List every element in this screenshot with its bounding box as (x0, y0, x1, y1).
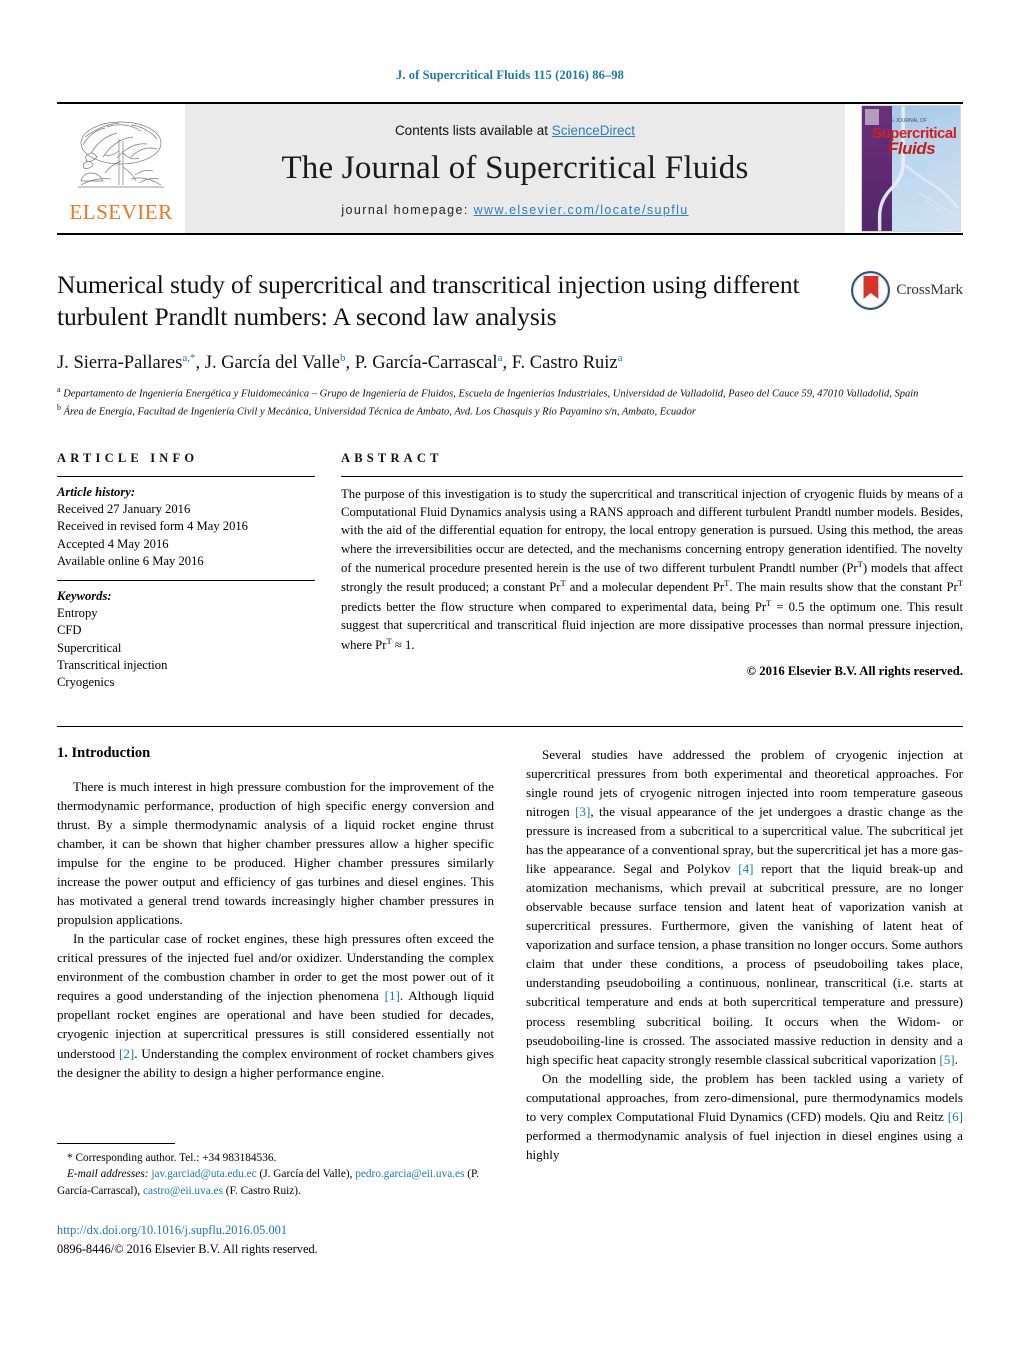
contents-prefix: Contents lists available at (394, 122, 552, 138)
history-item: Received in revised form 4 May 2016 (57, 519, 248, 534)
keyword-item: Entropy (57, 605, 98, 620)
body-column-right: Several studies have addressed the probl… (526, 745, 963, 1164)
footnote-block: * Corresponding author. Tel.: +34 983184… (57, 1143, 494, 1258)
homepage-url-link[interactable]: www.elsevier.com/locate/supflu (474, 203, 689, 217)
corresponding-author-note: * Corresponding author. Tel.: +34 983184… (67, 1152, 277, 1164)
sciencedirect-link[interactable]: ScienceDirect (552, 123, 635, 138)
keyword-item: Transcritical injection (57, 658, 168, 673)
abstract-column: ABSTRACT The purpose of this investigati… (341, 451, 963, 700)
article-info-heading: ARTICLE INFO (57, 450, 199, 465)
journal-cover-thumbnail: THE JOURNAL OF Supercritical Fluids (861, 105, 961, 232)
contents-lists-line: Contents lists available at ScienceDirec… (395, 123, 635, 138)
keywords-group: Keywords: Entropy CFD Supercritical Tran… (57, 581, 315, 692)
body-top-rule (57, 725, 963, 727)
journal-homepage-line: journal homepage: www.elsevier.com/locat… (341, 203, 688, 217)
cover-fluids-word: Fluids (888, 139, 936, 158)
doi-block: http://dx.doi.org/10.1016/j.supflu.2016.… (57, 1221, 494, 1258)
body-columns: 1. Introduction There is much interest i… (57, 745, 963, 1164)
footnote-rule (57, 1143, 175, 1144)
abstract-heading: ABSTRACT (341, 450, 443, 465)
journal-masthead: ELSEVIER Contents lists available at Sci… (57, 102, 963, 233)
affiliation-a: a Departamento de Ingeniería Energética … (57, 384, 919, 400)
crossmark-label: CrossMark (896, 282, 963, 298)
article-info-column: ARTICLE INFO Article history: Received 2… (57, 451, 315, 700)
crossmark-icon (851, 271, 891, 310)
crossmark-badge-group[interactable]: CrossMark (851, 271, 963, 310)
paragraph: In the particular case of rocket engines… (57, 931, 494, 1080)
section-heading-introduction: 1. Introduction (57, 744, 151, 761)
paragraph: There is much interest in high pressure … (57, 778, 494, 928)
info-abstract-row: ARTICLE INFO Article history: Received 2… (57, 451, 963, 700)
issn-copyright-line: 0896-8446/© 2016 Elsevier B.V. All right… (57, 1241, 318, 1256)
journal-cover-wrap: THE JOURNAL OF Supercritical Fluids (845, 104, 963, 233)
history-item: Accepted 4 May 2016 (57, 536, 169, 551)
elsevier-logo: ELSEVIER (57, 104, 185, 233)
affiliation-list: a Departamento de Ingeniería Energética … (57, 384, 963, 421)
article-history-group: Article history: Received 27 January 201… (57, 484, 315, 571)
title-block: CrossMark Numerical study of supercritic… (57, 269, 963, 421)
article-page: J. of Supercritical Fluids 115 (2016) 86… (0, 0, 1020, 1351)
elsevier-tree-icon (78, 121, 164, 187)
history-item: Received 27 January 2016 (57, 502, 191, 517)
elsevier-wordmark: ELSEVIER (69, 199, 173, 224)
history-item: Available online 6 May 2016 (57, 554, 204, 569)
author-list: J. Sierra-Pallaresa,*, J. García del Val… (57, 351, 623, 373)
keyword-item: Supercritical (57, 640, 122, 655)
doi-link[interactable]: http://dx.doi.org/10.1016/j.supflu.2016.… (57, 1221, 494, 1240)
masthead-bottom-rule (57, 233, 963, 235)
running-head: J. of Supercritical Fluids 115 (2016) 86… (395, 68, 625, 82)
affiliation-b-text: Área de Energía, Facultad de Ingeniería … (63, 406, 696, 418)
page-title: Numerical study of supercritical and tra… (57, 270, 800, 332)
cover-the-journal-of: THE JOURNAL OF (884, 118, 927, 124)
paragraph: On the modelling side, the problem has b… (526, 1070, 963, 1162)
email-addresses-note[interactable]: E-mail addresses: jav.garciad@uta.edu.ec… (57, 1166, 494, 1199)
homepage-label: journal homepage: (341, 202, 469, 217)
copyright-line: © 2016 Elsevier B.V. All rights reserved… (746, 664, 963, 679)
keyword-item: Cryogenics (57, 675, 115, 690)
affiliation-a-text: Departamento de Ingeniería Energética y … (63, 388, 919, 400)
journal-title: The Journal of Supercritical Fluids (281, 149, 749, 186)
abstract-text: The purpose of this investigation is to … (341, 486, 963, 652)
masthead-center: Contents lists available at ScienceDirec… (185, 104, 845, 233)
body-column-left: 1. Introduction There is much interest i… (57, 745, 494, 1164)
article-info-body: Article history: Received 27 January 201… (57, 477, 315, 692)
keywords-label: Keywords: (57, 588, 112, 603)
article-history-label: Article history: (57, 484, 136, 499)
paragraph: Several studies have addressed the probl… (526, 746, 963, 1067)
affiliation-b: b Área de Energía, Facultad de Ingenierí… (57, 403, 696, 418)
keyword-item: CFD (57, 623, 82, 638)
